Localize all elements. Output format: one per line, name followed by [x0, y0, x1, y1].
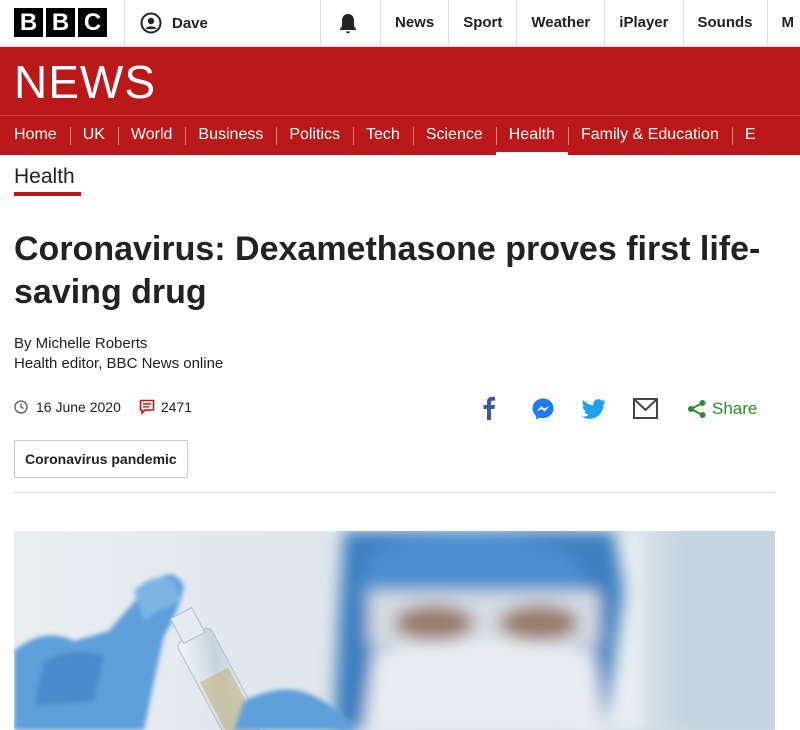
- article-meta: 16 June 2020 2471: [14, 399, 192, 415]
- notifications-bell-icon[interactable]: [336, 12, 360, 36]
- account-button[interactable]: Dave: [140, 12, 208, 34]
- facebook-icon[interactable]: [482, 396, 496, 420]
- bbc-logo[interactable]: B B C: [14, 8, 107, 37]
- top-link-more[interactable]: M: [766, 0, 800, 47]
- user-icon: [140, 12, 162, 34]
- comments-icon[interactable]: [139, 399, 155, 415]
- top-links: News Sport Weather iPlayer Sounds M: [380, 0, 800, 47]
- nav-item-home[interactable]: Home: [0, 116, 70, 155]
- messenger-icon[interactable]: [531, 397, 555, 421]
- share-icon[interactable]: [687, 399, 707, 419]
- section-underline: [14, 192, 81, 196]
- top-link-iplayer[interactable]: iPlayer: [604, 0, 682, 47]
- account-name: Dave: [172, 14, 208, 32]
- top-link-sport[interactable]: Sport: [448, 0, 516, 47]
- share-button[interactable]: Share: [712, 396, 757, 422]
- lab-scientist-image: [14, 531, 775, 730]
- section-nav: Home UK World Business Politics Tech Sci…: [0, 115, 800, 155]
- comment-count[interactable]: 2471: [161, 399, 192, 415]
- publish-date: 16 June 2020: [36, 399, 121, 415]
- nav-item-more[interactable]: E: [731, 116, 769, 155]
- logo-letter-b1: B: [14, 8, 43, 37]
- article-hero-image: [14, 531, 775, 730]
- byline-author: By Michelle Roberts: [14, 335, 148, 352]
- divider: [14, 492, 775, 493]
- article-headline: Coronavirus: Dexamethasone proves first …: [14, 230, 761, 311]
- email-icon[interactable]: [633, 398, 658, 419]
- news-banner: NEWS: [0, 47, 800, 115]
- news-logo[interactable]: NEWS: [14, 55, 156, 109]
- clock-icon: [14, 400, 28, 414]
- topic-tag[interactable]: Coronavirus pandemic: [14, 440, 188, 478]
- nav-item-health[interactable]: Health: [495, 116, 569, 155]
- top-link-news[interactable]: News: [380, 0, 448, 47]
- nav-item-business[interactable]: Business: [185, 116, 276, 155]
- divider: [124, 0, 125, 47]
- byline-role: Health editor, BBC News online: [14, 355, 224, 372]
- nav-item-tech[interactable]: Tech: [353, 116, 413, 155]
- section-link[interactable]: Health: [14, 165, 75, 189]
- logo-letter-c: C: [78, 8, 107, 37]
- nav-item-science[interactable]: Science: [412, 116, 496, 155]
- divider: [320, 0, 321, 47]
- twitter-icon[interactable]: [582, 398, 606, 420]
- top-bar: B B C Dave News Sport Weather iPlayer So…: [0, 0, 800, 47]
- nav-item-world[interactable]: World: [117, 116, 186, 155]
- nav-item-politics[interactable]: Politics: [276, 116, 353, 155]
- top-link-weather[interactable]: Weather: [516, 0, 604, 47]
- nav-item-uk[interactable]: UK: [69, 116, 118, 155]
- nav-item-family-education[interactable]: Family & Education: [568, 116, 732, 155]
- logo-letter-b2: B: [46, 8, 75, 37]
- top-link-sounds[interactable]: Sounds: [682, 0, 767, 47]
